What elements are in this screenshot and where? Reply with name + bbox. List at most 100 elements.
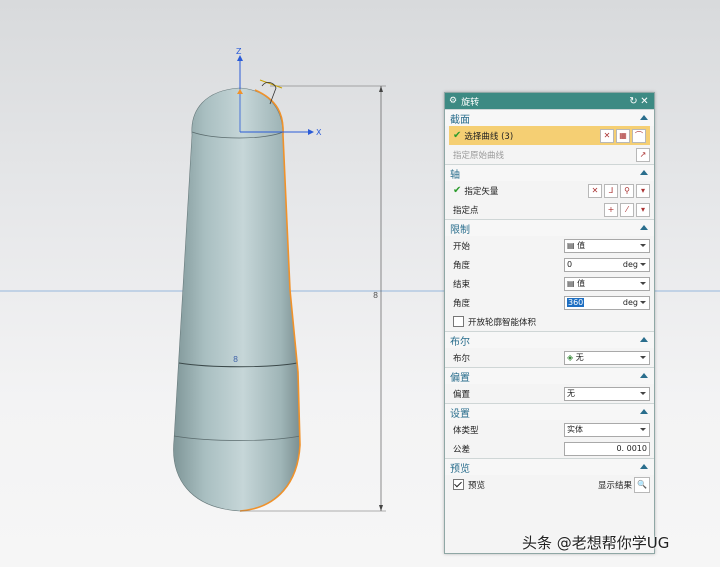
dim-height-label[interactable]: 8: [373, 291, 378, 300]
section-settings: 设置 体类型 实体 公差 0. 0010: [445, 403, 654, 458]
curve-rule-icon[interactable]: ✕: [600, 128, 614, 143]
start-select[interactable]: ▤ 值: [564, 238, 650, 253]
origin-curve-icon[interactable]: ↗: [636, 147, 650, 162]
boolean-label: 布尔: [453, 353, 471, 364]
point-icon[interactable]: ⁄: [620, 202, 634, 217]
curve-icon[interactable]: ⌒: [632, 128, 646, 143]
revolved-body[interactable]: [173, 87, 301, 512]
boolean-row: 布尔 ◈ 无: [445, 348, 654, 367]
vector-icon[interactable]: ⅃: [604, 183, 618, 198]
section-limits-header[interactable]: 限制: [445, 220, 654, 236]
gear-icon: ⚙: [449, 96, 458, 106]
start-select-value: 值: [577, 241, 586, 250]
section-boolean-header[interactable]: 布尔: [445, 332, 654, 348]
end-label: 结束: [453, 279, 471, 290]
section-boolean: 布尔 布尔 ◈ 无: [445, 331, 654, 367]
dim-arrow-top: [379, 86, 383, 92]
specify-point-label: 指定点: [453, 205, 479, 216]
section-limits: 限制 开始 ▤ 值 角度 0 deg 结束 ▤ 值 角度 360 deg 开放轮…: [445, 219, 654, 331]
section-profile: 截面 ✔ 选择曲线 (3) ✕ ▦ ⌒ 指定原始曲线 ↗: [445, 109, 654, 164]
specify-point-row[interactable]: 指定点 + ⁄ ▾: [445, 200, 654, 219]
end-angle-label: 角度: [453, 298, 471, 309]
tolerance-input[interactable]: 0. 0010: [564, 441, 650, 456]
dialog-title: 旋转: [461, 97, 480, 108]
start-angle-label: 角度: [453, 260, 471, 271]
offset-select-value: 无: [567, 389, 575, 398]
body-type-label: 体类型: [453, 425, 479, 436]
section-preview-title: 预览: [450, 463, 470, 475]
start-angle-value: 0: [567, 260, 573, 269]
offset-select[interactable]: 无: [564, 386, 650, 401]
body-type-row: 体类型 实体: [445, 420, 654, 439]
section-settings-header[interactable]: 设置: [445, 404, 654, 420]
section-axis-title: 轴: [450, 169, 460, 181]
boolean-select[interactable]: ◈ 无: [564, 350, 650, 365]
show-result-label: 显示结果: [597, 480, 632, 491]
select-curve-row[interactable]: ✔ 选择曲线 (3) ✕ ▦ ⌒: [449, 126, 650, 145]
boolean-select-value: 无: [575, 353, 584, 362]
collapse-icon[interactable]: [639, 168, 649, 178]
section-limits-title: 限制: [450, 224, 470, 236]
section-offset: 偏置 偏置 无: [445, 367, 654, 403]
chevron-down-icon[interactable]: ▾: [636, 183, 650, 198]
collapse-icon[interactable]: [639, 223, 649, 233]
reset-icon[interactable]: ↻: [628, 96, 639, 107]
end-angle-value: 360: [567, 298, 585, 307]
open-profile-checkbox[interactable]: [453, 316, 464, 327]
section-boolean-title: 布尔: [450, 336, 470, 348]
section-axis: 轴 ✔ 指定矢量 ✕ ⅃ ⚲ ▾ 指定点 + ⁄ ▾: [445, 164, 654, 219]
x-axis-label: X: [316, 128, 322, 137]
select-curve-label: 选择曲线 (3): [464, 131, 514, 142]
watermark: 头条 @老想帮你学UG: [522, 534, 670, 552]
end-angle-input[interactable]: 360 deg: [564, 295, 650, 310]
check-icon: ✔: [453, 130, 462, 141]
end-angle-unit: deg: [622, 298, 638, 307]
tolerance-value: 0. 0010: [616, 444, 647, 453]
preview-row: 预览 显示结果 🔍: [445, 475, 654, 494]
specify-vector-row[interactable]: ✔ 指定矢量 ✕ ⅃ ⚲ ▾: [445, 181, 654, 200]
preview-label: 预览: [468, 480, 486, 491]
revolve-dialog: ⚙ 旋转 ↻ ✕ 截面 ✔ 选择曲线 (3) ✕ ▦ ⌒ 指定原始曲线 ↗ 轴 …: [444, 92, 655, 554]
x-axis-arrow: [308, 129, 314, 135]
section-preview-header[interactable]: 预览: [445, 459, 654, 475]
specify-origin-curve-label: 指定原始曲线: [453, 150, 505, 161]
dialog-titlebar[interactable]: ⚙ 旋转 ↻ ✕: [445, 93, 654, 109]
start-angle-unit: deg: [622, 260, 638, 269]
section-offset-header[interactable]: 偏置: [445, 368, 654, 384]
collapse-icon[interactable]: [639, 371, 649, 381]
sketch-icon[interactable]: ▦: [616, 128, 630, 143]
offset-row: 偏置 无: [445, 384, 654, 403]
collapse-icon[interactable]: [639, 462, 649, 472]
tolerance-row: 公差 0. 0010: [445, 439, 654, 458]
tolerance-label: 公差: [453, 444, 471, 455]
body-type-select[interactable]: 实体: [564, 422, 650, 437]
collapse-icon[interactable]: [639, 407, 649, 417]
open-profile-label: 开放轮廓智能体积: [468, 317, 537, 328]
z-axis-label: Z: [236, 47, 242, 56]
dim-arrow-bottom: [379, 505, 383, 511]
collapse-icon[interactable]: [639, 113, 649, 123]
specify-vector-label: 指定矢量: [464, 186, 499, 197]
end-angle-row: 角度 360 deg: [445, 293, 654, 312]
magnifier-icon[interactable]: 🔍: [634, 476, 650, 493]
specify-origin-curve-row[interactable]: 指定原始曲线 ↗: [445, 145, 654, 164]
check-icon: ✔: [453, 185, 462, 196]
reverse-direction-icon[interactable]: ✕: [588, 183, 602, 198]
preview-checkbox[interactable]: [453, 479, 464, 490]
open-profile-row[interactable]: 开放轮廓智能体积: [445, 312, 654, 331]
section-axis-header[interactable]: 轴: [445, 165, 654, 181]
collapse-icon[interactable]: [639, 335, 649, 345]
body-type-value: 实体: [567, 425, 583, 434]
chevron-down-icon[interactable]: ▾: [636, 202, 650, 217]
section-profile-title: 截面: [450, 114, 470, 126]
start-angle-input[interactable]: 0 deg: [564, 257, 650, 272]
section-profile-header[interactable]: 截面: [445, 110, 654, 126]
point-dialog-icon[interactable]: +: [604, 202, 618, 217]
value-icon: ▤: [567, 241, 578, 250]
end-select[interactable]: ▤ 值: [564, 276, 650, 291]
dim-width-label[interactable]: 8: [233, 355, 238, 364]
close-icon[interactable]: ✕: [639, 96, 650, 107]
section-offset-title: 偏置: [450, 372, 470, 384]
start-angle-row: 角度 0 deg: [445, 255, 654, 274]
vector-dialog-icon[interactable]: ⚲: [620, 183, 634, 198]
